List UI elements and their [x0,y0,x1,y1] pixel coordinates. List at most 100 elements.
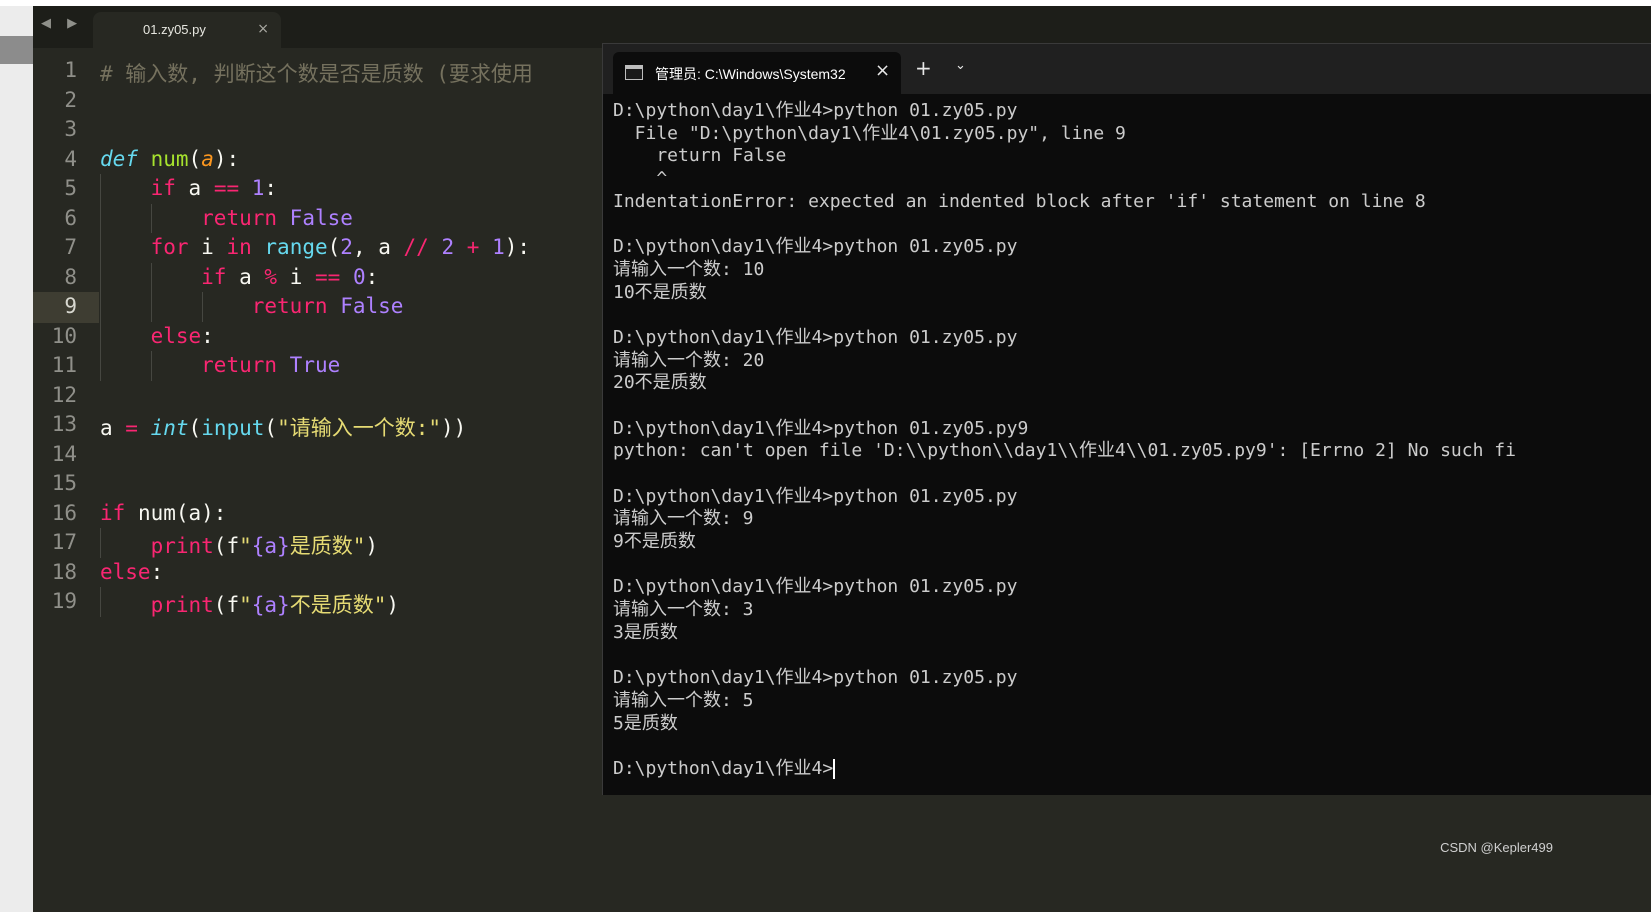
code-token: in [226,235,252,259]
tab-nav-arrows-icon[interactable]: ◀ ▶ [41,16,83,31]
code-text: if a % i == 0: [100,265,378,289]
code-text: return True [100,353,340,377]
code-token: ( [188,416,202,440]
code-token: " [239,534,252,558]
indent-guide [201,292,203,322]
code-text: print(f"{a}不是质数") [100,589,399,619]
editor-tab-bar: ◀ ▶ 01.zy05.py × [33,6,1651,48]
line-number: 16 [51,500,77,525]
code-token: 1 [251,176,265,200]
code-token: a [175,176,214,200]
code-token: % [264,264,278,289]
code-token: f [226,593,240,617]
code-token: print [150,593,214,617]
watermark: CSDN @Kepler499 [1440,840,1553,855]
indent-guide [100,321,101,351]
code-token: int [150,416,189,440]
code-token: " [239,593,252,617]
code-token: for [150,235,189,259]
code-token: # 输入数, 判断这个数是否是质数 (要求使用 [100,62,533,86]
terminal-window: 管理员: C:\Windows\System32 × + ⌄ D:\python… [602,43,1651,795]
line-number: 18 [51,559,77,584]
indent-guide [150,351,152,381]
line-number: 6 [64,205,77,230]
code-token: print [150,534,214,558]
line-number: 9 [64,294,77,318]
terminal-line: 5是质数 [613,712,678,734]
code-text: for i in range(2, a // 2 + 1): [100,235,530,259]
code-token: // [403,235,429,259]
terminal-tab-title: 管理员: C:\Windows\System32 [655,66,845,82]
terminal-line: D:\python\day1\作业4>python 01.zy05.py [613,576,1018,598]
code-text: else: [100,324,214,348]
tab-01-zy05[interactable]: 01.zy05.py × [93,12,281,48]
code-token: ): [213,146,240,171]
close-icon[interactable]: × [875,60,890,81]
line-number: 10 [51,323,77,348]
terminal-output[interactable]: D:\python\day1\作业4>python 01.zy05.py Fil… [613,100,1643,780]
indent-guide [150,262,152,292]
indent-guide [100,233,101,263]
code-token: num [150,146,189,171]
code-token: ): [504,235,531,259]
line-number: 3 [64,117,77,141]
code-token: ( [213,534,227,558]
code-token: ( [264,416,278,440]
side-panel-marker [0,36,33,64]
code-token: "请输入一个数:" [277,416,442,440]
line-number: 17 [51,530,77,554]
code-text: return False [100,294,404,318]
chevron-down-icon[interactable]: ⌄ [955,58,966,73]
code-token: ( [213,593,227,617]
terminal-line: D:\python\day1\作业4>python 01.zy05.py [613,236,1018,258]
code-token: False [340,294,404,318]
terminal-line: 3是质数 [613,621,678,643]
terminal-line: 请输入一个数: 9 [613,508,754,530]
code-token: ) [365,534,379,558]
terminal-tab[interactable]: 管理员: C:\Windows\System32 × [613,52,901,94]
terminal-line: return False [613,145,787,167]
terminal-line: python: can't open file 'D:\\python\\day… [613,440,1516,462]
close-icon[interactable]: × [257,21,269,37]
code-text: return False [100,206,353,230]
code-token: )) [441,416,467,440]
code-token: num(a): [125,500,227,525]
indent-guide [100,203,101,233]
terminal-line: 9不是质数 [613,531,696,553]
line-number: 4 [64,146,77,171]
code-token: : [150,559,164,584]
new-tab-icon[interactable]: + [915,56,932,80]
line-number: 8 [64,264,77,289]
line-number: 1 [64,58,77,82]
code-text: if a == 1: [100,176,278,200]
code-token: == [213,176,240,200]
line-number: 13 [51,412,77,436]
terminal-line: 请输入一个数: 20 [613,349,765,371]
terminal-line: 10不是质数 [613,281,707,303]
code-token: True [289,353,341,377]
code-token: : [201,323,214,348]
code-token: , a [352,235,404,259]
code-token: else [150,323,202,348]
text-cursor [833,758,836,779]
code-token: return [201,353,278,377]
indent-guide [100,262,101,292]
line-number: 14 [51,441,77,466]
indent-guide [100,292,101,322]
code-token: 2 [441,235,455,259]
terminal-line: ^ [613,168,668,190]
code-token: f [226,534,240,558]
